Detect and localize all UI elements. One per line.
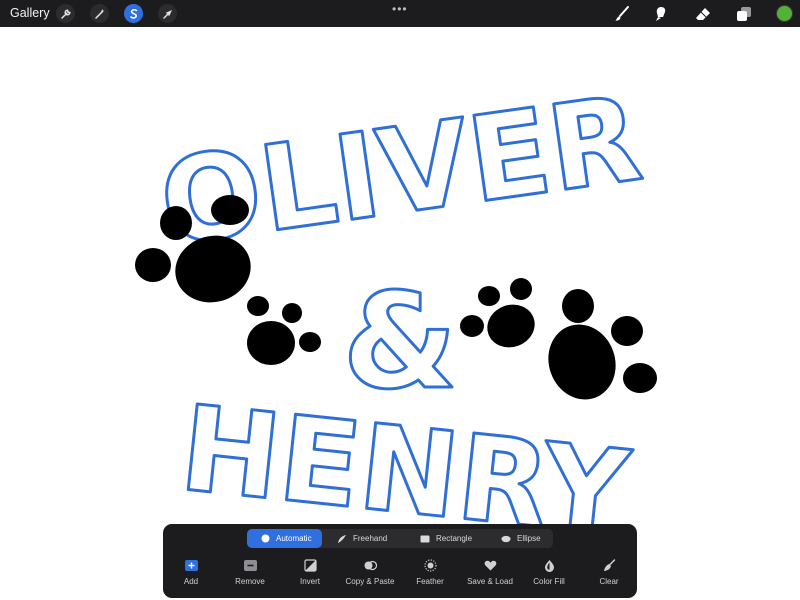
save-load-button[interactable]: Save & Load: [465, 556, 515, 596]
rectangle-icon: [420, 534, 430, 544]
ellipse-icon: [501, 534, 511, 544]
circle-icon: [260, 534, 270, 544]
feather-button[interactable]: Feather: [414, 556, 446, 596]
color-fill-icon: [542, 558, 557, 573]
copy-paste-label: Copy & Paste: [345, 577, 395, 586]
gallery-button[interactable]: Gallery: [10, 6, 50, 20]
selection-mode-bar: Automatic Freehand Rectangle Ellipse: [247, 529, 553, 548]
remove-icon: [243, 558, 258, 573]
remove-button[interactable]: Remove: [229, 556, 271, 596]
invert-button[interactable]: Invert: [294, 556, 326, 596]
mode-rectangle[interactable]: Rectangle: [420, 529, 490, 548]
selection-actions: Add Remove Invert Copy & Paste Feather S…: [163, 556, 637, 598]
clear-label: Clear: [599, 577, 619, 586]
magic-wand-icon[interactable]: [90, 4, 109, 23]
paw-print: [460, 278, 535, 348]
invert-icon: [303, 558, 318, 573]
mode-ellipse[interactable]: Ellipse: [501, 529, 553, 548]
add-icon: [184, 558, 199, 573]
mode-automatic[interactable]: Automatic: [247, 529, 322, 548]
canvas-artwork: OLIVER & HENRY: [135, 68, 657, 565]
color-fill-button[interactable]: Color Fill: [531, 556, 567, 596]
add-button[interactable]: Add: [177, 556, 205, 596]
brush-icon[interactable]: [613, 5, 631, 23]
paw-print: [548, 289, 657, 400]
selection-panel: Automatic Freehand Rectangle Ellipse Add…: [163, 524, 637, 598]
color-fill-label: Color Fill: [533, 577, 565, 586]
mode-automatic-label: Automatic: [276, 534, 312, 543]
feather-icon: [423, 558, 438, 573]
clear-button[interactable]: Clear: [596, 556, 622, 596]
save-load-label: Save & Load: [467, 577, 513, 586]
invert-label: Invert: [299, 577, 320, 586]
top-toolbar: Gallery •••: [0, 0, 800, 27]
selection-icon[interactable]: [124, 4, 143, 23]
smudge-icon[interactable]: [652, 5, 670, 23]
wrench-icon[interactable]: [56, 4, 75, 23]
remove-label: Remove: [235, 577, 265, 586]
mode-ellipse-label: Ellipse: [517, 534, 541, 543]
layers-icon[interactable]: [735, 5, 753, 23]
drawing-canvas[interactable]: OLIVER & HENRY: [0, 27, 800, 600]
drag-handle[interactable]: •••: [392, 2, 408, 16]
paw-print: [247, 296, 321, 365]
eraser-icon[interactable]: [694, 5, 712, 23]
heart-icon: [483, 558, 498, 573]
color-picker-button[interactable]: [776, 5, 793, 22]
copy-paste-icon: [363, 558, 378, 573]
mode-freehand-label: Freehand: [353, 534, 388, 543]
add-label: Add: [183, 577, 199, 586]
mode-rectangle-label: Rectangle: [436, 534, 473, 543]
copy-paste-button[interactable]: Copy & Paste: [343, 556, 397, 596]
arrow-cursor-icon[interactable]: [158, 4, 177, 23]
mode-freehand[interactable]: Freehand: [337, 529, 405, 548]
feather-label: Feather: [416, 577, 444, 586]
freehand-icon: [337, 534, 347, 544]
broom-icon: [602, 558, 617, 573]
